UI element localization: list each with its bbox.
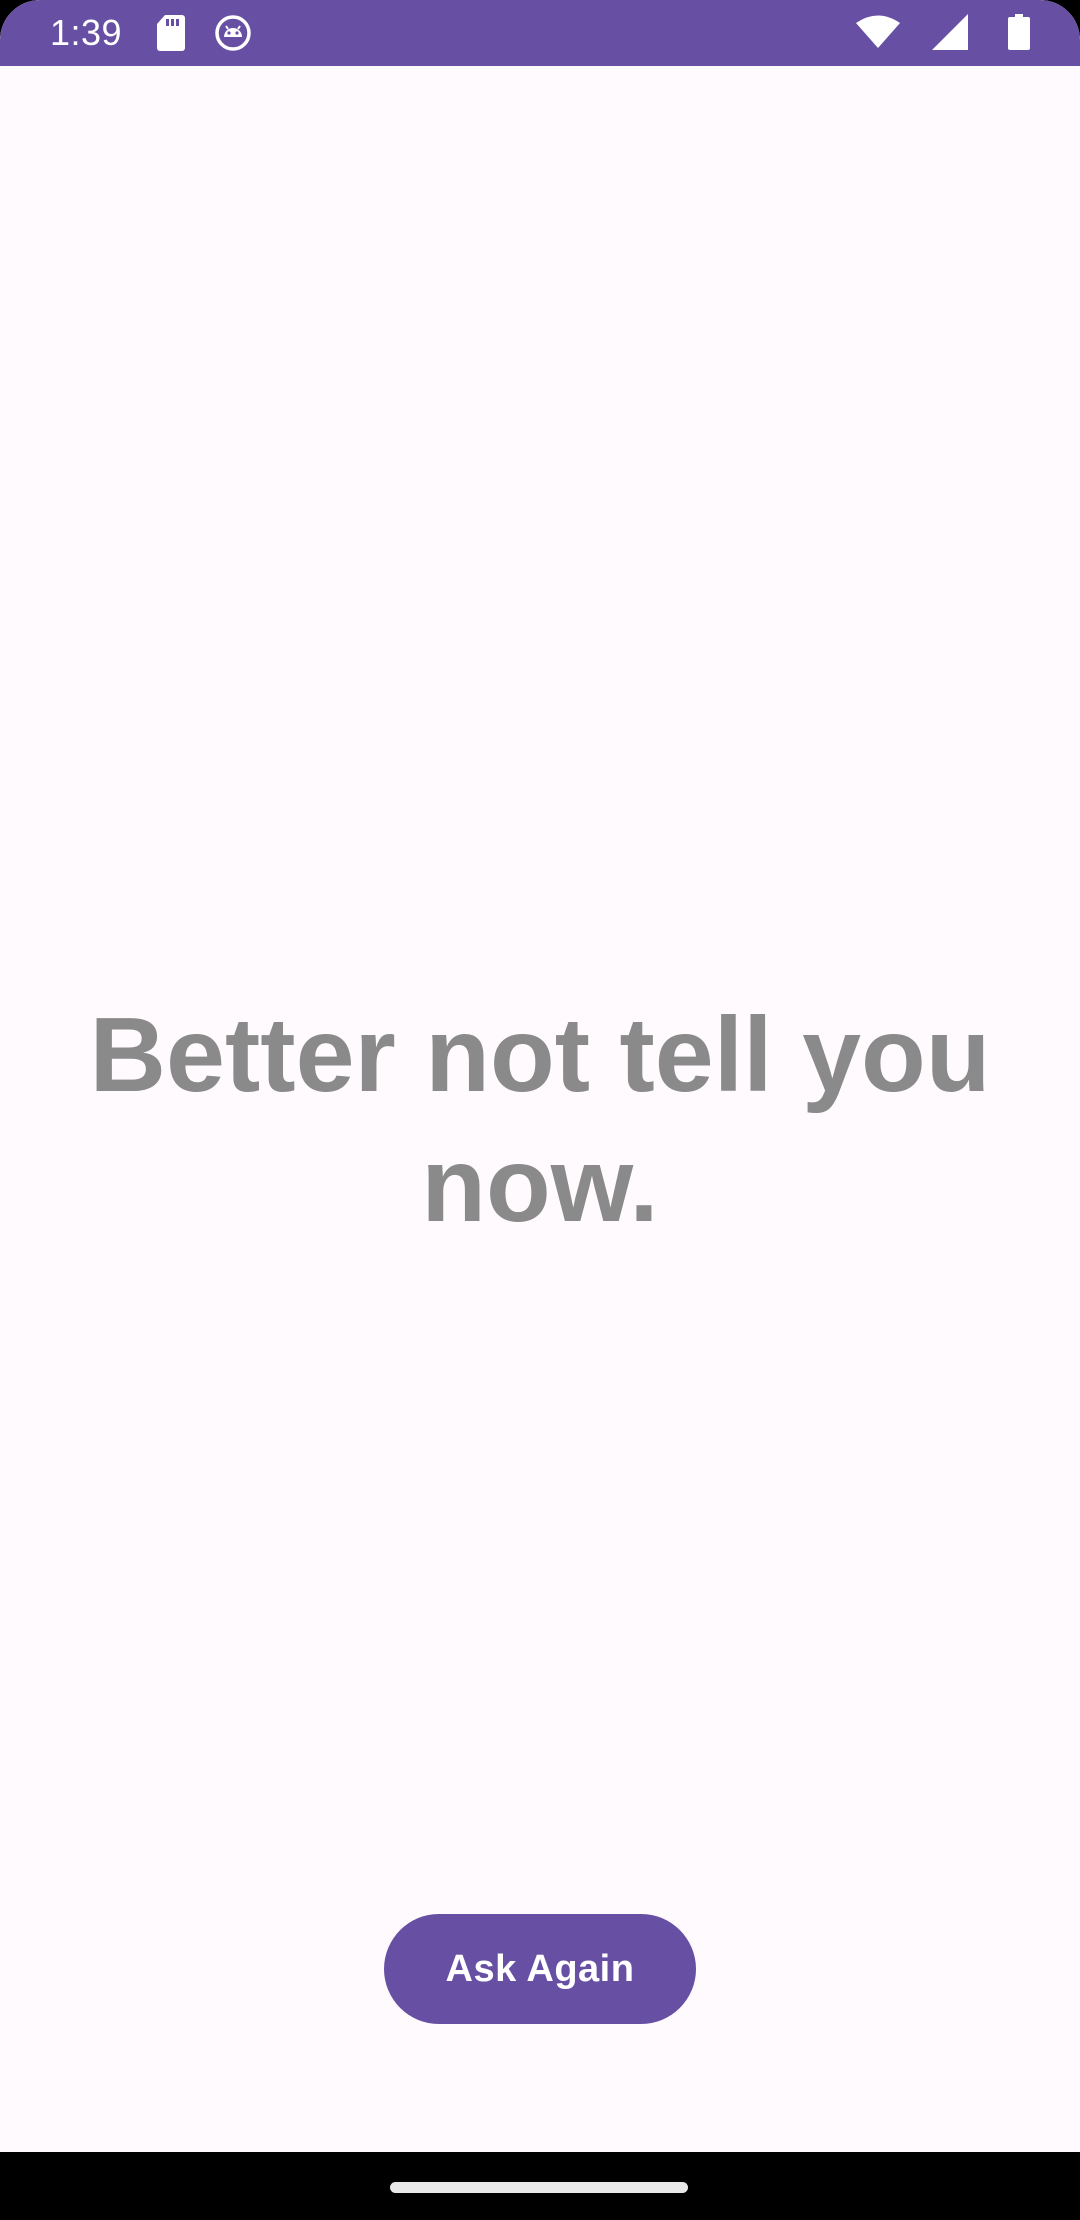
answer-text: Better not tell you now.: [89, 996, 991, 1244]
android-debug-icon: [215, 15, 251, 51]
app-screen: 1:39 Better not tell you now. Ask Again: [0, 0, 1080, 2220]
wifi-icon: [856, 15, 900, 48]
home-gesture-handle[interactable]: [390, 2182, 688, 2193]
status-time: 1:39: [50, 12, 123, 53]
main-content: Better not tell you now. Ask Again: [0, 66, 1080, 2152]
battery-icon: [1008, 14, 1030, 50]
sd-card-icon: [157, 15, 185, 51]
navigation-bar: [0, 2152, 1080, 2220]
ask-again-button[interactable]: Ask Again: [384, 1914, 696, 2024]
status-bar: 1:39: [0, 0, 1080, 66]
cell-signal-icon: [932, 14, 968, 50]
